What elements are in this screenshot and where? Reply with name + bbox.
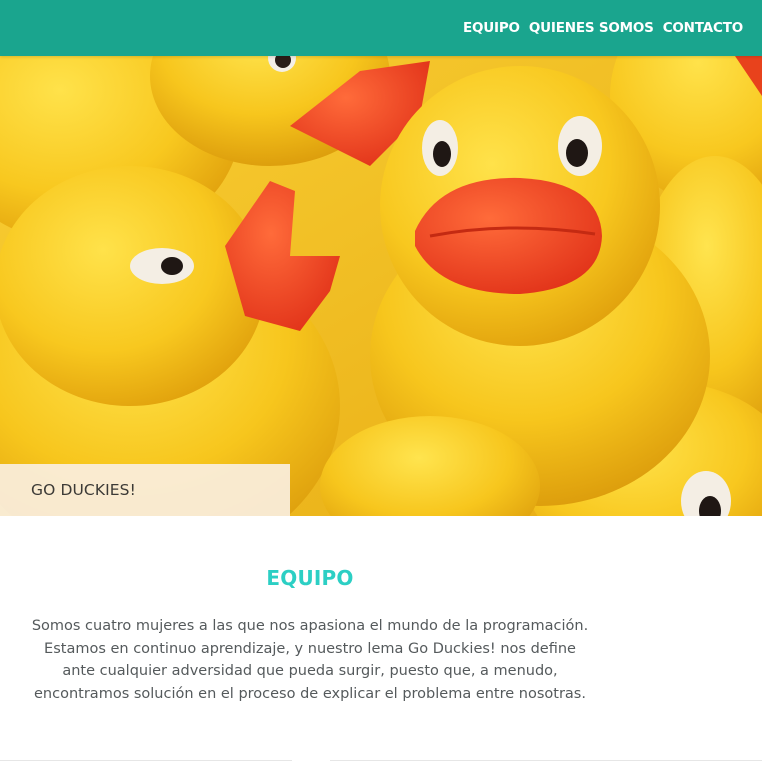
section-description: Somos cuatro mujeres a las que nos apasi… xyxy=(31,618,589,702)
divider-right xyxy=(330,760,762,761)
nav-link-contacto[interactable]: CONTACTO xyxy=(663,20,743,36)
nav-link-equipo[interactable]: EQUIPO xyxy=(463,20,520,36)
hero-caption-text: GO DUCKIES! xyxy=(31,481,136,499)
top-navbar: EQUIPO QUIENES SOMOS CONTACTO xyxy=(0,0,762,56)
section-title: EQUIPO xyxy=(266,566,354,590)
hero-banner: GO DUCKIES! xyxy=(0,56,762,516)
team-section: EQUIPO Somos cuatro mujeres a las que no… xyxy=(0,516,762,762)
divider-left xyxy=(0,760,292,761)
hero-caption: GO DUCKIES! xyxy=(0,464,290,516)
nav-link-quienes-somos[interactable]: QUIENES SOMOS xyxy=(529,20,654,36)
rubber-ducks-image xyxy=(0,56,762,516)
